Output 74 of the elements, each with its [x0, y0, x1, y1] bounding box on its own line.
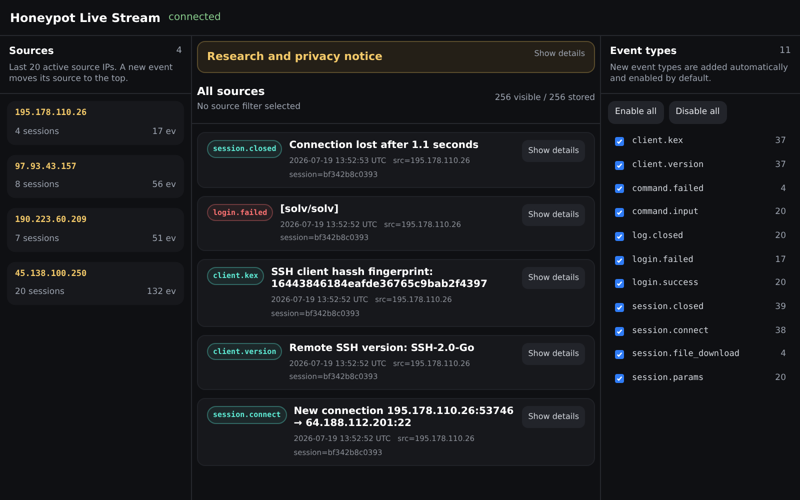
event-type-name: session.closed [632, 301, 705, 314]
panel-title: Event types [610, 45, 677, 59]
session-count: 4 sessions [15, 126, 60, 138]
event-title: Connection lost after 1.1 seconds [289, 140, 480, 152]
event-type-count: 37 [775, 135, 786, 148]
event-counts: 256 visible / 256 stored [494, 92, 595, 105]
event-type-count: 20 [775, 230, 786, 243]
type-count: 11 [780, 44, 791, 58]
checkbox[interactable] [615, 326, 624, 336]
session-count: 7 sessions [15, 232, 60, 246]
checkbox[interactable] [615, 208, 624, 218]
source-card[interactable]: 97.93.43.157 8 sessions 56 ev [7, 154, 184, 198]
connection-status: connected [168, 11, 221, 25]
show-details-button[interactable]: Show details [522, 204, 585, 226]
event-type-count: 38 [775, 324, 786, 338]
checkbox[interactable] [615, 302, 624, 312]
enable-all-button[interactable]: Enable all [608, 101, 664, 124]
app-title: Honeypot Live Stream [10, 10, 160, 26]
event-title: Remote SSH version: SSH-2.0-Go [289, 342, 476, 355]
source-ip: 190.223.60.209 [15, 214, 88, 227]
event-type-name: login.success [632, 277, 700, 290]
stream-subtitle: No source filter selected [197, 100, 301, 114]
event-type-count: 20 [775, 277, 786, 290]
session-count: 8 sessions [15, 179, 60, 192]
event-type-count: 20 [775, 206, 786, 220]
event-title: SSH client hassh fingerprint: 16443846184eafde36765c9bab2f4397 [271, 267, 488, 292]
checkbox[interactable] [615, 374, 624, 383]
source-ip: 195.178.110.26 [15, 107, 88, 120]
show-details-button[interactable]: Show details [522, 267, 585, 290]
event-type-name: login.failed [632, 254, 694, 266]
event-type-name: command.failed [632, 182, 705, 196]
show-details-button[interactable]: Show details [522, 406, 585, 428]
checkbox[interactable] [615, 256, 624, 265]
event-title: [solv/solv] [280, 204, 340, 216]
event-type-count: 39 [775, 301, 786, 314]
notice-title: Research and privacy notice [207, 48, 383, 65]
event-type-count: 37 [775, 158, 786, 172]
show-details-button[interactable]: Show details [522, 342, 585, 365]
event-type-count: 4 [780, 348, 786, 362]
event-type-name: client.version [632, 158, 705, 172]
event-type-name: client.kex [632, 135, 684, 148]
event-type-name: session.connect [632, 324, 710, 338]
checkbox[interactable] [615, 137, 624, 146]
checkbox[interactable] [615, 279, 624, 288]
event-count: 132 ev [146, 286, 176, 299]
checkbox[interactable] [615, 160, 624, 170]
checkbox[interactable] [615, 350, 624, 360]
event-count: 51 ev [152, 232, 176, 246]
event-count: 17 ev [152, 126, 176, 138]
session-count: 20 sessions [15, 286, 64, 299]
source-count: 4 [176, 44, 182, 58]
event-type-count: 17 [775, 254, 786, 266]
stream-title: All sources [197, 84, 266, 100]
checkbox[interactable] [615, 184, 624, 194]
event-type-name: session.file_download [632, 348, 740, 362]
source-ip: 45.138.100.250 [15, 268, 88, 280]
source-card[interactable]: 45.138.100.250 20 sessions 132 ev [7, 262, 184, 305]
panel-description: New event types are added automatically and enabled by default. [610, 63, 789, 85]
source-card[interactable]: 195.178.110.26 4 sessions 17 ev [7, 101, 184, 144]
event-type-name: command.input [632, 206, 700, 220]
show-details-button[interactable]: Show details [522, 140, 585, 162]
source-ip: 97.93.43.157 [15, 160, 78, 174]
event-count: 56 ev [152, 179, 176, 192]
panel-title: Sources [9, 45, 54, 59]
event-type-name: session.params [632, 372, 705, 385]
disable-all-button[interactable]: Disable all [668, 101, 727, 124]
panel-description: Last 20 active source IPs. A new event moves its source to the top. [9, 63, 174, 85]
checkbox[interactable] [615, 232, 624, 241]
source-card[interactable]: 190.223.60.209 7 sessions 51 ev [7, 208, 184, 252]
event-type-count: 4 [780, 182, 786, 196]
show-details-button[interactable]: Show details [534, 48, 585, 60]
event-title: New connection 195.178.110.26:53746 → 64.188.112.201:22 [294, 406, 515, 430]
event-type-name: log.closed [632, 230, 684, 243]
event-type-count: 20 [775, 372, 786, 385]
